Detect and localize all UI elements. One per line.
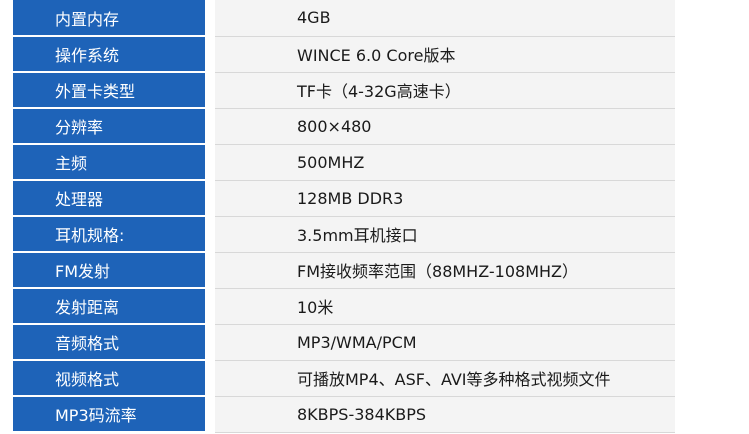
spec-value: 可播放MP4、ASF、AVI等多种格式视频文件 xyxy=(215,360,675,397)
spec-value: 8KBPS-384KBPS xyxy=(215,396,675,433)
spec-value: TF卡（4-32G高速卡） xyxy=(215,72,675,109)
table-row: 外置卡类型 TF卡（4-32G高速卡） xyxy=(13,72,675,109)
spec-label: 内置内存 xyxy=(13,0,205,37)
table-row: 音频格式 MP3/WMA/PCM xyxy=(13,324,675,361)
row-gap xyxy=(205,396,215,432)
spec-value: MP3/WMA/PCM xyxy=(215,324,675,361)
row-gap xyxy=(205,360,215,396)
spec-value: 500MHZ xyxy=(215,144,675,181)
spec-value: 800×480 xyxy=(215,108,675,145)
row-gap xyxy=(205,288,215,324)
spec-value: WINCE 6.0 Core版本 xyxy=(215,36,675,73)
row-gap xyxy=(205,180,215,216)
table-row: 视频格式 可播放MP4、ASF、AVI等多种格式视频文件 xyxy=(13,360,675,397)
table-row: 操作系统 WINCE 6.0 Core版本 xyxy=(13,36,675,73)
spec-label: FM发射 xyxy=(13,252,205,289)
row-gap xyxy=(205,0,215,36)
table-row: 内置内存 4GB xyxy=(13,0,675,37)
table-row: 分辨率 800×480 xyxy=(13,108,675,145)
spec-label: 耳机规格: xyxy=(13,216,205,253)
row-gap xyxy=(205,324,215,360)
spec-label: 处理器 xyxy=(13,180,205,217)
row-gap xyxy=(205,36,215,72)
table-row: MP3码流率 8KBPS-384KBPS xyxy=(13,396,675,433)
spec-label: 发射距离 xyxy=(13,288,205,325)
row-gap xyxy=(205,108,215,144)
spec-label: 音频格式 xyxy=(13,324,205,361)
table-row: 处理器 128MB DDR3 xyxy=(13,180,675,217)
table-row: 耳机规格: 3.5mm耳机接口 xyxy=(13,216,675,253)
spec-value: 3.5mm耳机接口 xyxy=(215,216,675,253)
spec-value: 10米 xyxy=(215,288,675,325)
spec-table: 内置内存 4GB 操作系统 WINCE 6.0 Core版本 外置卡类型 TF卡… xyxy=(13,0,675,433)
spec-value: 128MB DDR3 xyxy=(215,180,675,217)
table-row: 主频 500MHZ xyxy=(13,144,675,181)
row-gap xyxy=(205,72,215,108)
spec-label: 主频 xyxy=(13,144,205,181)
row-gap xyxy=(205,252,215,288)
spec-label: MP3码流率 xyxy=(13,396,205,433)
spec-label: 操作系统 xyxy=(13,36,205,73)
spec-label: 外置卡类型 xyxy=(13,72,205,109)
row-gap xyxy=(205,216,215,252)
row-gap xyxy=(205,144,215,180)
table-row: FM发射 FM接收频率范围（88MHZ-108MHZ） xyxy=(13,252,675,289)
spec-value: 4GB xyxy=(215,0,675,37)
spec-label: 视频格式 xyxy=(13,360,205,397)
spec-value: FM接收频率范围（88MHZ-108MHZ） xyxy=(215,252,675,289)
spec-label: 分辨率 xyxy=(13,108,205,145)
table-row: 发射距离 10米 xyxy=(13,288,675,325)
